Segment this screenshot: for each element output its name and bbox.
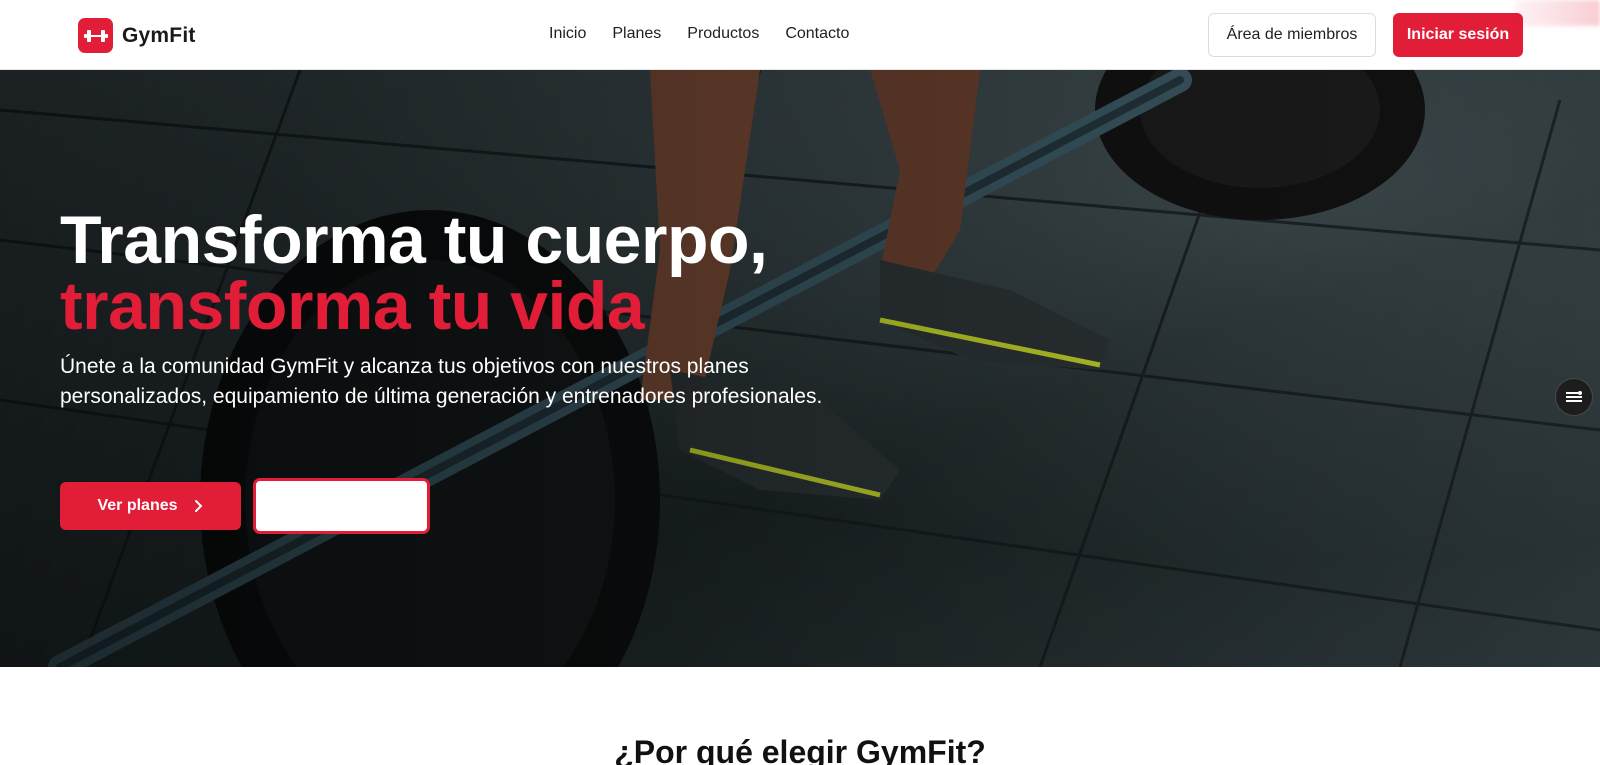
dumbbell-icon [78,18,113,53]
nav-link-inicio[interactable]: Inicio [549,25,586,43]
members-area-button[interactable]: Área de miembros [1208,13,1376,57]
secondary-cta-button[interactable] [253,478,430,534]
hero-subtitle: Únete a la comunidad GymFit y alcanza tu… [60,355,823,408]
site-header: GymFit Inicio Planes Productos Contacto … [0,0,1600,70]
hero-title-line1: Transforma tu cuerpo, [60,202,768,278]
nav-link-planes[interactable]: Planes [612,25,661,43]
hero-title: Transforma tu cuerpo, transforma tu vida [60,206,768,344]
login-button[interactable]: Iniciar sesión [1393,13,1523,57]
features-title: ¿Por qué elegir GymFit? [614,734,986,765]
view-plans-label: Ver planes [97,497,178,514]
view-plans-button[interactable]: Ver planes [60,482,241,530]
hero-title-line2: transforma tu vida [60,268,645,344]
chevron-right-icon [194,500,202,512]
brand-logo[interactable]: GymFit [78,18,196,53]
nav-link-productos[interactable]: Productos [687,25,759,43]
corner-glow [1515,0,1600,26]
nav-link-contacto[interactable]: Contacto [785,25,849,43]
floating-menu-button[interactable] [1555,378,1593,416]
brand-name: GymFit [122,23,196,47]
main-nav: Inicio Planes Productos Contacto [549,25,849,43]
menu-list-icon [1566,391,1582,402]
hero-section: Transforma tu cuerpo, transforma tu vida… [0,70,1600,667]
